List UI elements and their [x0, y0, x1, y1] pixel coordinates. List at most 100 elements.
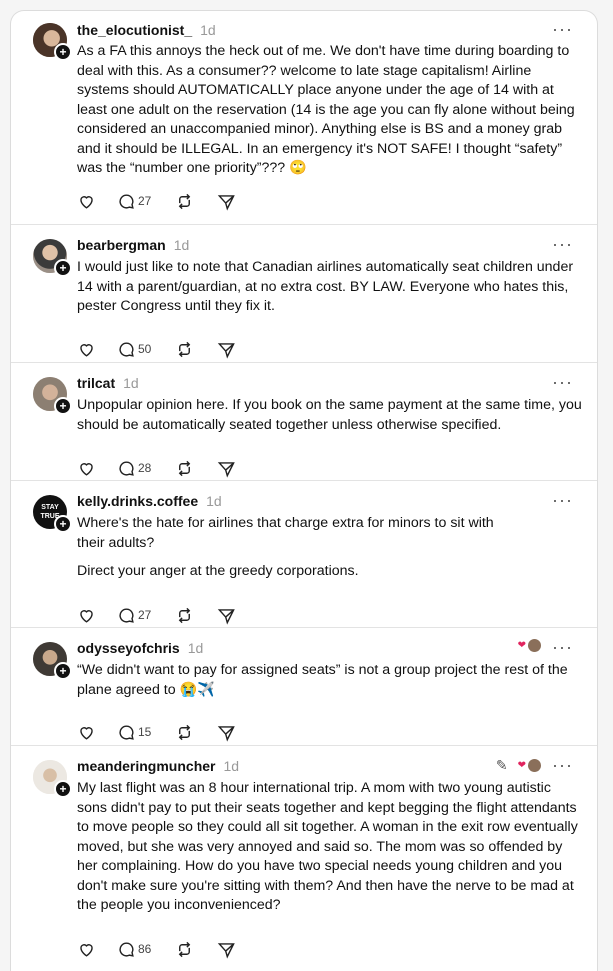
timestamp: 1d — [187, 640, 204, 656]
username[interactable]: the_elocutionist_ — [77, 22, 192, 38]
follow-plus-icon[interactable]: + — [54, 397, 72, 415]
share-icon — [217, 725, 235, 742]
reply-post: + the_elocutionist_ 1d ··· As a FA this a… — [11, 11, 597, 225]
follow-plus-icon[interactable]: + — [54, 259, 72, 277]
avatar[interactable]: + — [33, 23, 72, 61]
like-button[interactable] — [77, 722, 96, 742]
repost-icon — [178, 941, 191, 957]
follow-plus-icon[interactable]: + — [54, 780, 72, 798]
username[interactable]: bearbergman — [77, 237, 166, 253]
share-button[interactable] — [217, 939, 236, 959]
username[interactable]: trilcat — [77, 375, 115, 391]
post-text: Where's the hate for airlines that charg… — [77, 514, 517, 582]
avatar[interactable]: + — [33, 239, 72, 277]
reply-count: 86 — [138, 942, 152, 956]
post-header: the_elocutionist_ 1d — [77, 22, 216, 42]
reply-count: 50 — [138, 342, 152, 356]
reply-count: 27 — [138, 608, 152, 622]
reply-icon — [119, 941, 134, 957]
share-button[interactable] — [217, 722, 236, 742]
reply-post: STAY TRUE + kelly.drinks.coffee 1d ··· Wh… — [11, 480, 597, 628]
reaction-indicator: ❤ — [518, 639, 541, 652]
repost-icon — [178, 341, 191, 357]
more-icon[interactable]: ··· — [552, 490, 573, 511]
reply-button[interactable]: 50 — [117, 339, 151, 359]
share-button[interactable] — [217, 191, 236, 211]
timestamp: 1d — [223, 758, 240, 774]
post-header: kelly.drinks.coffee 1d — [77, 493, 222, 513]
reply-icon — [119, 460, 134, 476]
follow-plus-icon[interactable]: + — [54, 43, 72, 61]
repost-icon — [178, 193, 191, 209]
post-paragraph: Where's the hate for airlines that charg… — [77, 515, 494, 551]
follow-plus-icon[interactable]: + — [54, 662, 72, 680]
avatar[interactable]: + — [33, 760, 72, 798]
post-paragraph: “We didn't want to pay for assigned seat… — [77, 662, 568, 698]
more-icon[interactable]: ··· — [552, 19, 573, 40]
post-header: odysseyofchris 1d — [77, 640, 203, 660]
avatar[interactable]: + — [33, 642, 72, 680]
repost-button[interactable] — [175, 605, 194, 625]
avatar[interactable]: STAY TRUE + — [33, 495, 72, 533]
repost-button[interactable] — [175, 722, 194, 742]
reply-button[interactable]: 15 — [117, 722, 151, 742]
reply-button[interactable]: 27 — [117, 605, 151, 625]
repost-icon — [178, 724, 191, 740]
post-paragraph: I would just like to note that Canadian … — [77, 259, 574, 314]
repost-button[interactable] — [175, 191, 194, 211]
heart-icon — [80, 462, 93, 476]
more-icon[interactable]: ··· — [552, 755, 573, 776]
post-text: My last flight was an 8 hour internation… — [77, 779, 582, 916]
heart-icon: ❤ — [517, 640, 526, 651]
reactor-avatar — [528, 639, 541, 652]
reply-button[interactable]: 27 — [117, 191, 151, 211]
heart-icon — [80, 195, 93, 209]
edit-icon[interactable]: ✎ — [496, 757, 508, 774]
username[interactable]: odysseyofchris — [77, 640, 180, 656]
like-button[interactable] — [77, 339, 96, 359]
reply-icon — [119, 341, 134, 357]
post-text: As a FA this annoys the heck out of me. … — [77, 42, 582, 179]
avatar[interactable]: + — [33, 377, 72, 415]
reply-button[interactable]: 86 — [117, 939, 151, 959]
repost-button[interactable] — [175, 339, 194, 359]
heart-icon — [80, 943, 93, 957]
post-header: bearbergman 1d — [77, 237, 189, 257]
timestamp: 1d — [173, 237, 190, 253]
reply-icon — [119, 724, 134, 740]
share-icon — [217, 342, 235, 359]
share-button[interactable] — [217, 339, 236, 359]
like-button[interactable] — [77, 939, 96, 959]
reply-icon — [119, 607, 134, 623]
thread-replies-feed: + the_elocutionist_ 1d ··· As a FA this a… — [10, 10, 598, 971]
reply-count: 27 — [138, 194, 152, 208]
post-text: Unpopular opinion here. If you book on t… — [77, 396, 582, 435]
like-button[interactable] — [77, 605, 96, 625]
like-button[interactable] — [77, 191, 96, 211]
reply-button[interactable]: 28 — [117, 458, 151, 478]
post-text: “We didn't want to pay for assigned seat… — [77, 661, 582, 700]
more-icon[interactable]: ··· — [552, 637, 573, 658]
more-icon[interactable]: ··· — [552, 372, 573, 393]
share-icon — [217, 461, 235, 478]
repost-icon — [178, 607, 191, 623]
share-icon — [217, 942, 235, 959]
repost-button[interactable] — [175, 939, 194, 959]
timestamp: 1d — [200, 22, 216, 38]
share-button[interactable] — [217, 458, 236, 478]
post-header: meanderingmuncher 1d — [77, 758, 239, 778]
like-button[interactable] — [77, 458, 96, 478]
post-paragraph: My last flight was an 8 hour internation… — [77, 780, 578, 913]
username[interactable]: kelly.drinks.coffee — [77, 493, 198, 509]
reactor-avatar — [528, 759, 541, 772]
more-icon[interactable]: ··· — [552, 234, 573, 255]
repost-icon — [178, 460, 191, 476]
repost-button[interactable] — [175, 458, 194, 478]
reply-post: + trilcat 1d ··· Unpopular opinion here. … — [11, 362, 597, 481]
follow-plus-icon[interactable]: + — [54, 515, 72, 533]
reply-post: + bearbergman 1d ··· I would just like to… — [11, 224, 597, 363]
heart-icon — [80, 609, 93, 623]
share-button[interactable] — [217, 605, 236, 625]
username[interactable]: meanderingmuncher — [77, 758, 215, 774]
reply-icon — [119, 193, 134, 209]
